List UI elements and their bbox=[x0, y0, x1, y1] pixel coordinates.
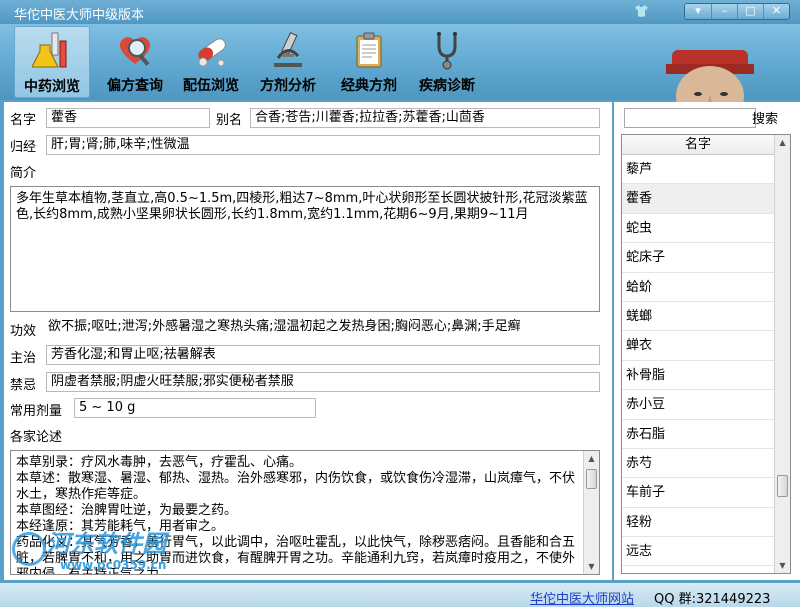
name-field[interactable]: 藿香 bbox=[46, 108, 210, 128]
list-items: 藜芦 藿香 蛇虫 蛇床子 蛤蚧 蜣螂 蝉衣 补骨脂 赤小豆 赤石脂 赤芍 车前子 轻粉 远志 bbox=[622, 155, 790, 567]
scroll-down-icon[interactable]: ▼ bbox=[584, 559, 599, 574]
tab-label: 偏方查询 bbox=[107, 78, 163, 94]
list-item[interactable]: 赤石脂 bbox=[622, 420, 774, 449]
stethoscope-icon bbox=[437, 32, 457, 70]
title-bar: 华佗中医大师中级版本 👕 ▾ – □ ✕ bbox=[0, 0, 800, 24]
scroll-thumb[interactable] bbox=[777, 475, 788, 497]
main-toolbar: 中药浏览 偏方查询 配伍浏览 方剂分析 经典方剂 疾病诊断 bbox=[0, 24, 800, 124]
window-title: 华佗中医大师中级版本 bbox=[14, 8, 145, 23]
alias-label: 别名 bbox=[216, 113, 243, 128]
window-controls: ▾ – □ ✕ bbox=[684, 3, 790, 20]
qq-group-text: QQ 群:321449223 bbox=[654, 592, 771, 607]
flask-icon bbox=[32, 32, 67, 68]
scroll-up-icon[interactable]: ▲ bbox=[584, 451, 599, 466]
scroll-down-icon[interactable]: ▼ bbox=[775, 558, 790, 573]
tab-disease-diagnosis[interactable]: 疾病诊断 bbox=[409, 26, 485, 98]
tab-prescription-analysis[interactable]: 方剂分析 bbox=[250, 26, 326, 98]
list-item[interactable]: 蛇床子 bbox=[622, 243, 774, 273]
list-scrollbar[interactable]: ▲ ▼ bbox=[774, 135, 790, 573]
tab-label: 配伍浏览 bbox=[183, 78, 239, 94]
list-item[interactable]: 蝉衣 bbox=[622, 331, 774, 361]
commentary-scrollbar[interactable]: ▲ ▼ bbox=[583, 451, 599, 574]
skin-icon[interactable]: 👕 bbox=[634, 4, 649, 18]
list-item[interactable]: 赤芍 bbox=[622, 449, 774, 479]
herb-list-panel: 搜索 名字 藜芦 藿香 蛇虫 蛇床子 蛤蚧 蜣螂 蝉衣 补骨脂 赤小豆 赤石脂 赤芍 车前子 轻粉 远志 … bbox=[614, 102, 800, 580]
list-item[interactable]: 蜣螂 bbox=[622, 302, 774, 332]
taboo-label: 禁忌 bbox=[10, 378, 37, 393]
herb-list: 名字 藜芦 藿香 蛇虫 蛇床子 蛤蚧 蜣螂 蝉衣 补骨脂 赤小豆 赤石脂 赤芍 车前子 轻粉 远志 ▲ ▼ bbox=[621, 134, 791, 574]
heart-search-icon bbox=[119, 37, 151, 66]
pill-icon bbox=[198, 38, 226, 67]
list-item[interactable]: 轻粉 bbox=[622, 508, 774, 538]
tab-label: 经典方剂 bbox=[341, 78, 397, 94]
commentary-line: 本经逢原：其芳能耗气，用者审之。 bbox=[16, 519, 225, 534]
herb-detail-panel: 名字 藿香 别名 合香;苍告;川藿香;拉拉香;苏藿香;山茴香 归经 肝;胃;肾;… bbox=[4, 102, 612, 580]
tab-folk-remedy[interactable]: 偏方查询 bbox=[97, 26, 173, 98]
tab-label: 疾病诊断 bbox=[419, 78, 475, 94]
microscope-icon bbox=[274, 32, 302, 67]
scroll-up-icon[interactable]: ▲ bbox=[775, 135, 790, 150]
name-label: 名字 bbox=[10, 113, 37, 128]
effect-label: 功效 bbox=[10, 324, 37, 339]
list-item[interactable]: 藜芦 bbox=[622, 155, 774, 185]
commentary-line: 本草述：散寒湿、暑湿、郁热、湿热。治外感寒邪，内伤饮食，或饮食伤冷湿滞，山岚瘴气… bbox=[16, 471, 576, 502]
effect-field[interactable]: 欲不振;呕吐;泄泻;外感暑湿之寒热头痛;湿温初起之发热身困;胸闷恶心;鼻渊;手足… bbox=[44, 318, 606, 338]
commentary-label: 各家论述 bbox=[10, 430, 63, 445]
scroll-thumb[interactable] bbox=[586, 469, 597, 489]
list-item[interactable]: 补骨脂 bbox=[622, 361, 774, 391]
tab-herb-browse[interactable]: 中药浏览 bbox=[14, 26, 90, 98]
website-link[interactable]: 华佗中医大师网站 bbox=[530, 588, 634, 607]
dose-field[interactable]: 5 ~ 10 g bbox=[74, 398, 316, 418]
commentary-line: 药品化义：其气芳香，善行胃气，以此调中，治呕吐霍乱，以此快气，除秽恶痞闷。且香能… bbox=[16, 535, 576, 575]
intro-textarea[interactable]: 多年生草本植物,茎直立,高0.5~1.5m,四棱形,粗达7~8mm,叶心状卵形至… bbox=[10, 186, 600, 312]
meridian-field[interactable]: 肝;胃;肾;肺,味辛;性微温 bbox=[46, 135, 600, 155]
search-button[interactable]: 搜索 bbox=[752, 108, 778, 127]
tab-label: 中药浏览 bbox=[24, 79, 80, 95]
list-header: 名字 bbox=[622, 135, 774, 155]
list-item[interactable]: 蛇虫 bbox=[622, 214, 774, 244]
indication-field[interactable]: 芳香化湿;和胃止呕;祛暑解表 bbox=[46, 345, 600, 365]
list-item[interactable]: 车前子 bbox=[622, 478, 774, 508]
dose-label: 常用剂量 bbox=[10, 404, 63, 419]
tab-compatibility[interactable]: 配伍浏览 bbox=[173, 26, 249, 98]
meridian-label: 归经 bbox=[10, 140, 37, 155]
intro-label: 简介 bbox=[10, 166, 37, 181]
indication-label: 主治 bbox=[10, 351, 37, 366]
list-item[interactable]: 远志 bbox=[622, 537, 774, 567]
search-input[interactable] bbox=[624, 108, 756, 128]
commentary-line: 本草图经：治脾胃吐逆，为最要之药。 bbox=[16, 503, 238, 518]
commentary-line: 本草别录：疗风水毒肿，去恶气，疗霍乱、心痛。 bbox=[16, 455, 303, 470]
alias-field[interactable]: 合香;苍告;川藿香;拉拉香;苏藿香;山茴香 bbox=[250, 108, 600, 128]
menu-dropdown-button[interactable]: ▾ bbox=[685, 4, 711, 19]
list-item[interactable]: 蛤蚧 bbox=[622, 273, 774, 302]
status-bar: 华佗中医大师网站 QQ 群:321449223 bbox=[0, 583, 800, 607]
taboo-field[interactable]: 阴虚者禁服;阴虚火旺禁服;邪实便秘者禁服 bbox=[46, 372, 600, 392]
minimize-button[interactable]: – bbox=[711, 4, 737, 19]
list-item[interactable]: 赤小豆 bbox=[622, 390, 774, 420]
tab-classic-prescription[interactable]: 经典方剂 bbox=[331, 26, 407, 98]
tab-label: 方剂分析 bbox=[260, 78, 316, 94]
list-item[interactable]: 藿香 bbox=[622, 184, 774, 214]
clipboard-icon bbox=[356, 32, 382, 68]
commentary-textarea[interactable]: 本草别录：疗风水毒肿，去恶气，疗霍乱、心痛。 本草述：散寒湿、暑湿、郁热、湿热。… bbox=[10, 450, 600, 575]
close-button[interactable]: ✕ bbox=[763, 4, 789, 19]
maximize-button[interactable]: □ bbox=[737, 4, 763, 19]
